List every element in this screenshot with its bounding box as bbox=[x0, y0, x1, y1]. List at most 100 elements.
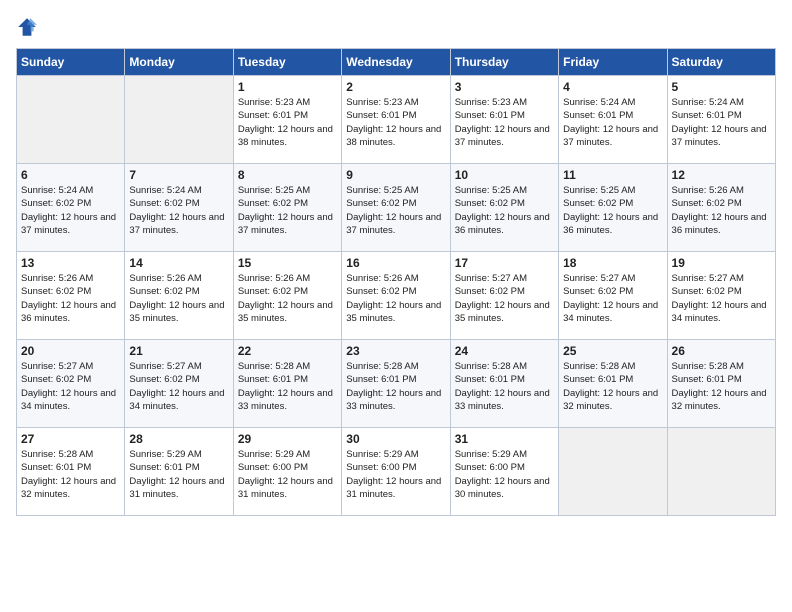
calendar-cell: 28 Sunrise: 5:29 AM Sunset: 6:01 PM Dayl… bbox=[125, 428, 233, 516]
sunset-text: Sunset: 6:02 PM bbox=[129, 197, 228, 210]
sunset-text: Sunset: 6:01 PM bbox=[238, 109, 337, 122]
day-number: 10 bbox=[455, 168, 554, 182]
cell-info: Sunrise: 5:29 AM Sunset: 6:00 PM Dayligh… bbox=[455, 448, 554, 501]
day-number: 22 bbox=[238, 344, 337, 358]
header-thursday: Thursday bbox=[450, 49, 558, 76]
sunrise-text: Sunrise: 5:27 AM bbox=[129, 360, 228, 373]
daylight-text: Daylight: 12 hours and 37 minutes. bbox=[346, 211, 445, 238]
logo bbox=[16, 16, 42, 38]
calendar-cell: 4 Sunrise: 5:24 AM Sunset: 6:01 PM Dayli… bbox=[559, 76, 667, 164]
cell-info: Sunrise: 5:24 AM Sunset: 6:02 PM Dayligh… bbox=[21, 184, 120, 237]
calendar-cell: 14 Sunrise: 5:26 AM Sunset: 6:02 PM Dayl… bbox=[125, 252, 233, 340]
header-friday: Friday bbox=[559, 49, 667, 76]
sunrise-text: Sunrise: 5:25 AM bbox=[346, 184, 445, 197]
sunrise-text: Sunrise: 5:28 AM bbox=[455, 360, 554, 373]
cell-info: Sunrise: 5:28 AM Sunset: 6:01 PM Dayligh… bbox=[563, 360, 662, 413]
calendar-cell bbox=[17, 76, 125, 164]
sunset-text: Sunset: 6:01 PM bbox=[346, 373, 445, 386]
cell-info: Sunrise: 5:27 AM Sunset: 6:02 PM Dayligh… bbox=[672, 272, 771, 325]
sunset-text: Sunset: 6:01 PM bbox=[129, 461, 228, 474]
day-number: 13 bbox=[21, 256, 120, 270]
sunrise-text: Sunrise: 5:26 AM bbox=[238, 272, 337, 285]
calendar-week-row: 1 Sunrise: 5:23 AM Sunset: 6:01 PM Dayli… bbox=[17, 76, 776, 164]
sunrise-text: Sunrise: 5:26 AM bbox=[21, 272, 120, 285]
day-number: 7 bbox=[129, 168, 228, 182]
daylight-text: Daylight: 12 hours and 32 minutes. bbox=[563, 387, 662, 414]
sunset-text: Sunset: 6:02 PM bbox=[346, 285, 445, 298]
header-saturday: Saturday bbox=[667, 49, 775, 76]
day-number: 4 bbox=[563, 80, 662, 94]
daylight-text: Daylight: 12 hours and 36 minutes. bbox=[455, 211, 554, 238]
sunrise-text: Sunrise: 5:29 AM bbox=[455, 448, 554, 461]
cell-info: Sunrise: 5:29 AM Sunset: 6:00 PM Dayligh… bbox=[346, 448, 445, 501]
sunset-text: Sunset: 6:01 PM bbox=[672, 109, 771, 122]
sunrise-text: Sunrise: 5:26 AM bbox=[672, 184, 771, 197]
day-number: 12 bbox=[672, 168, 771, 182]
day-number: 6 bbox=[21, 168, 120, 182]
calendar-cell: 25 Sunrise: 5:28 AM Sunset: 6:01 PM Dayl… bbox=[559, 340, 667, 428]
calendar-table: SundayMondayTuesdayWednesdayThursdayFrid… bbox=[16, 48, 776, 516]
calendar-cell: 24 Sunrise: 5:28 AM Sunset: 6:01 PM Dayl… bbox=[450, 340, 558, 428]
sunset-text: Sunset: 6:00 PM bbox=[455, 461, 554, 474]
day-number: 18 bbox=[563, 256, 662, 270]
sunrise-text: Sunrise: 5:26 AM bbox=[129, 272, 228, 285]
calendar-cell: 29 Sunrise: 5:29 AM Sunset: 6:00 PM Dayl… bbox=[233, 428, 341, 516]
calendar-cell: 9 Sunrise: 5:25 AM Sunset: 6:02 PM Dayli… bbox=[342, 164, 450, 252]
cell-info: Sunrise: 5:23 AM Sunset: 6:01 PM Dayligh… bbox=[238, 96, 337, 149]
day-number: 20 bbox=[21, 344, 120, 358]
cell-info: Sunrise: 5:27 AM Sunset: 6:02 PM Dayligh… bbox=[129, 360, 228, 413]
day-number: 26 bbox=[672, 344, 771, 358]
calendar-cell: 27 Sunrise: 5:28 AM Sunset: 6:01 PM Dayl… bbox=[17, 428, 125, 516]
cell-info: Sunrise: 5:28 AM Sunset: 6:01 PM Dayligh… bbox=[672, 360, 771, 413]
calendar-cell: 10 Sunrise: 5:25 AM Sunset: 6:02 PM Dayl… bbox=[450, 164, 558, 252]
daylight-text: Daylight: 12 hours and 35 minutes. bbox=[346, 299, 445, 326]
day-number: 27 bbox=[21, 432, 120, 446]
cell-info: Sunrise: 5:24 AM Sunset: 6:01 PM Dayligh… bbox=[563, 96, 662, 149]
sunset-text: Sunset: 6:02 PM bbox=[21, 285, 120, 298]
cell-info: Sunrise: 5:23 AM Sunset: 6:01 PM Dayligh… bbox=[455, 96, 554, 149]
cell-info: Sunrise: 5:29 AM Sunset: 6:01 PM Dayligh… bbox=[129, 448, 228, 501]
calendar-cell: 7 Sunrise: 5:24 AM Sunset: 6:02 PM Dayli… bbox=[125, 164, 233, 252]
cell-info: Sunrise: 5:27 AM Sunset: 6:02 PM Dayligh… bbox=[21, 360, 120, 413]
cell-info: Sunrise: 5:28 AM Sunset: 6:01 PM Dayligh… bbox=[346, 360, 445, 413]
calendar-week-row: 13 Sunrise: 5:26 AM Sunset: 6:02 PM Dayl… bbox=[17, 252, 776, 340]
day-number: 1 bbox=[238, 80, 337, 94]
daylight-text: Daylight: 12 hours and 37 minutes. bbox=[455, 123, 554, 150]
sunset-text: Sunset: 6:02 PM bbox=[672, 285, 771, 298]
calendar-cell: 11 Sunrise: 5:25 AM Sunset: 6:02 PM Dayl… bbox=[559, 164, 667, 252]
daylight-text: Daylight: 12 hours and 37 minutes. bbox=[563, 123, 662, 150]
daylight-text: Daylight: 12 hours and 35 minutes. bbox=[238, 299, 337, 326]
calendar-cell: 20 Sunrise: 5:27 AM Sunset: 6:02 PM Dayl… bbox=[17, 340, 125, 428]
calendar-cell bbox=[667, 428, 775, 516]
day-number: 17 bbox=[455, 256, 554, 270]
cell-info: Sunrise: 5:23 AM Sunset: 6:01 PM Dayligh… bbox=[346, 96, 445, 149]
sunrise-text: Sunrise: 5:24 AM bbox=[672, 96, 771, 109]
sunset-text: Sunset: 6:02 PM bbox=[455, 197, 554, 210]
cell-info: Sunrise: 5:24 AM Sunset: 6:02 PM Dayligh… bbox=[129, 184, 228, 237]
calendar-cell: 19 Sunrise: 5:27 AM Sunset: 6:02 PM Dayl… bbox=[667, 252, 775, 340]
daylight-text: Daylight: 12 hours and 31 minutes. bbox=[129, 475, 228, 502]
cell-info: Sunrise: 5:26 AM Sunset: 6:02 PM Dayligh… bbox=[21, 272, 120, 325]
cell-info: Sunrise: 5:24 AM Sunset: 6:01 PM Dayligh… bbox=[672, 96, 771, 149]
header-sunday: Sunday bbox=[17, 49, 125, 76]
cell-info: Sunrise: 5:26 AM Sunset: 6:02 PM Dayligh… bbox=[238, 272, 337, 325]
calendar-cell: 6 Sunrise: 5:24 AM Sunset: 6:02 PM Dayli… bbox=[17, 164, 125, 252]
sunset-text: Sunset: 6:01 PM bbox=[563, 109, 662, 122]
day-number: 28 bbox=[129, 432, 228, 446]
header-monday: Monday bbox=[125, 49, 233, 76]
daylight-text: Daylight: 12 hours and 37 minutes. bbox=[672, 123, 771, 150]
day-number: 21 bbox=[129, 344, 228, 358]
sunrise-text: Sunrise: 5:28 AM bbox=[238, 360, 337, 373]
sunrise-text: Sunrise: 5:27 AM bbox=[563, 272, 662, 285]
sunset-text: Sunset: 6:01 PM bbox=[455, 373, 554, 386]
day-number: 15 bbox=[238, 256, 337, 270]
cell-info: Sunrise: 5:26 AM Sunset: 6:02 PM Dayligh… bbox=[672, 184, 771, 237]
cell-info: Sunrise: 5:25 AM Sunset: 6:02 PM Dayligh… bbox=[455, 184, 554, 237]
sunrise-text: Sunrise: 5:26 AM bbox=[346, 272, 445, 285]
sunset-text: Sunset: 6:02 PM bbox=[238, 285, 337, 298]
sunset-text: Sunset: 6:02 PM bbox=[346, 197, 445, 210]
sunset-text: Sunset: 6:02 PM bbox=[21, 197, 120, 210]
logo-icon bbox=[16, 16, 38, 38]
calendar-cell: 5 Sunrise: 5:24 AM Sunset: 6:01 PM Dayli… bbox=[667, 76, 775, 164]
calendar-cell: 3 Sunrise: 5:23 AM Sunset: 6:01 PM Dayli… bbox=[450, 76, 558, 164]
